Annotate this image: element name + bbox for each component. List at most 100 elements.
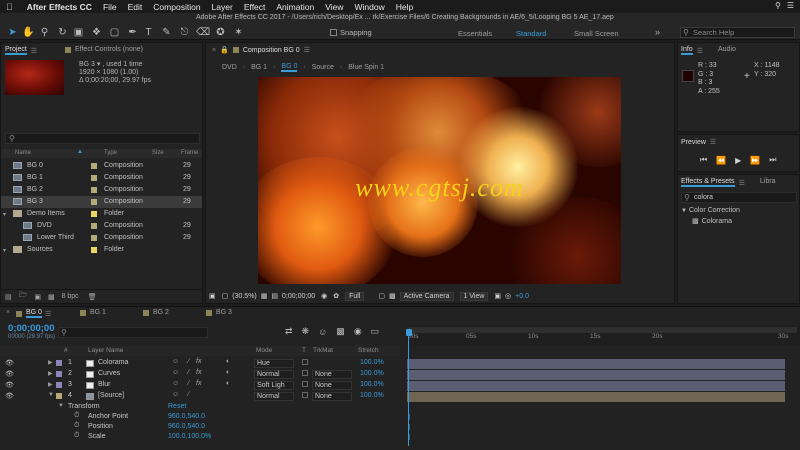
quality-switch-icon[interactable]: ∕ (188, 391, 189, 398)
snapshot-icon[interactable]: ◉ (321, 292, 327, 300)
effect-controls-tab[interactable]: Effect Controls (none) (65, 46, 143, 53)
selection-tool-icon[interactable]: ➤ (6, 26, 19, 39)
region-icon[interactable]: ▢ (222, 292, 229, 300)
stopwatch-icon[interactable]: ⏱ (74, 412, 79, 420)
preserve-transparency-checkbox[interactable] (302, 370, 308, 376)
brush-tool-icon[interactable]: ✎ (160, 26, 173, 39)
layer-duration-bar[interactable] (407, 370, 785, 380)
col-layer-name[interactable]: Layer Name (88, 347, 123, 354)
track-matte-select[interactable]: None (312, 370, 352, 379)
quality-switch-icon[interactable]: ∕ (188, 369, 189, 376)
timeline-tab-bg3[interactable]: BG 3 (206, 309, 232, 316)
quality-switch-icon[interactable]: ∕ (188, 358, 189, 365)
expand-arrow-icon[interactable]: ▼ (58, 403, 64, 409)
crumb-source[interactable]: Source (312, 64, 334, 71)
stopwatch-icon[interactable]: ⏱ (74, 432, 79, 440)
panel-menu-icon[interactable]: ☰ (31, 47, 37, 55)
menu-composition[interactable]: Composition (153, 2, 200, 12)
eye-icon[interactable]: 👁 (5, 392, 14, 400)
blend-mode-select[interactable]: Soft Ligh (254, 381, 294, 390)
next-frame-icon[interactable]: ⏩ (750, 156, 760, 165)
timeline-tab-bg2[interactable]: BG 2 (143, 309, 169, 316)
last-frame-icon[interactable]: ⏭ (769, 155, 776, 165)
panel-menu-icon[interactable]: ☰ (697, 47, 703, 55)
expand-arrow-icon[interactable]: ▾ (3, 247, 6, 254)
project-item[interactable]: BG 3 Composition 29 (1, 196, 202, 208)
first-frame-icon[interactable]: ⏮ (700, 155, 707, 165)
interpret-footage-icon[interactable]: ▤ (5, 293, 12, 301)
hand-tool-icon[interactable]: ✋ (22, 26, 35, 39)
shy-switch-icon[interactable]: ☺ (172, 380, 179, 387)
project-item[interactable]: BG 1 Composition 29 (1, 172, 202, 184)
stopwatch-icon[interactable]: ⏱ (74, 422, 79, 430)
crumb-blue-spin[interactable]: Blue Spin 1 (348, 64, 384, 71)
type-tool-icon[interactable]: T (142, 26, 155, 39)
layer-duration-bar[interactable] (407, 359, 785, 369)
transform-reset[interactable]: Reset (168, 403, 186, 410)
col-type[interactable]: Type (104, 150, 117, 156)
menu-window[interactable]: Window (354, 2, 384, 12)
shy-switch-icon[interactable]: ☺ (172, 369, 179, 376)
preserve-transparency-checkbox[interactable] (302, 392, 308, 398)
fx-switch-icon[interactable]: fx (196, 358, 201, 365)
effects-category[interactable]: ▼ Color Correction (681, 207, 740, 214)
search-icon[interactable]: ⚲ (775, 1, 781, 10)
workspace-menu-icon[interactable]: » (655, 27, 660, 37)
timeline-layer-row[interactable]: 👁 ▼ 4 [Source] ☺ ∕ Normal None 100.0% (0, 391, 400, 402)
bpc-label[interactable]: 8 bpc (62, 293, 79, 300)
graph-editor-icon[interactable]: ▭ (371, 326, 380, 337)
layer-name[interactable]: Curves (98, 370, 120, 377)
zoom-tool-icon[interactable]: ⚲ (38, 26, 51, 39)
always-preview-icon[interactable]: ▣ (209, 292, 216, 300)
shy-switch-icon[interactable]: ☺ (172, 358, 179, 365)
mask-visibility-icon[interactable]: ▤ (271, 292, 278, 300)
rotate-tool-icon[interactable]: ↻ (56, 26, 69, 39)
timeline-layer-row[interactable]: 👁 ▶ 1 Colorama ☺ ∕ fx ◐ Hue 100.0% (0, 358, 400, 369)
toggle-pixel-icon[interactable]: ▣ (494, 292, 501, 300)
previous-frame-icon[interactable]: ⏪ (716, 156, 726, 165)
panel-menu-icon[interactable]: ☰ (45, 310, 51, 318)
fx-switch-icon[interactable]: fx (196, 369, 201, 376)
fx-switch-icon[interactable]: fx (196, 380, 201, 387)
eye-icon[interactable]: 👁 (5, 370, 14, 378)
bpc-icon[interactable]: ▩ (48, 293, 55, 301)
layer-name[interactable]: Blur (98, 381, 110, 388)
panel-menu-icon[interactable]: ☰ (710, 138, 716, 146)
composition-viewer[interactable]: www.cgtsj.com (258, 77, 621, 284)
layer-duration-bar[interactable] (407, 381, 785, 391)
property-value[interactable]: 960.0,540.0 (168, 413, 205, 420)
blend-mode-select[interactable]: Hue (254, 359, 294, 368)
exposure-value[interactable]: +0.0 (515, 293, 529, 300)
menu-file[interactable]: File (103, 2, 117, 12)
menu-layer[interactable]: Layer (212, 2, 233, 12)
menu-help[interactable]: Help (396, 2, 413, 12)
timeline-tab-bg0[interactable]: BG 0 ☰ (16, 309, 51, 318)
panel-menu-icon[interactable]: ☰ (304, 46, 310, 54)
effects-item-colorama[interactable]: ▩ Colorama (692, 217, 732, 226)
roto-brush-tool-icon[interactable]: ✪ (214, 26, 227, 39)
libraries-tab[interactable]: Libra (760, 178, 776, 185)
resolution-select[interactable]: Full (345, 291, 365, 301)
list-icon[interactable]: ☰ (787, 1, 794, 10)
label-color-swatch[interactable] (56, 393, 62, 399)
views-select[interactable]: 1 View (459, 291, 489, 301)
project-item[interactable]: Lower Third Composition 29 (1, 232, 202, 244)
layer-duration-bar[interactable] (407, 392, 785, 402)
eye-icon[interactable]: 👁 (5, 381, 14, 389)
track-matte-select[interactable]: None (312, 381, 352, 390)
close-icon[interactable]: × (212, 47, 216, 54)
effects-tab[interactable]: Effects & Presets ☰ (681, 178, 745, 187)
shy-icon[interactable]: ☺ (318, 327, 327, 337)
close-icon[interactable]: × (6, 309, 10, 316)
trash-icon[interactable]: 🗑 (88, 293, 97, 301)
clone-stamp-tool-icon[interactable]: ⎋ (178, 26, 191, 39)
project-tab[interactable]: Project ☰ (5, 46, 37, 55)
current-time[interactable]: 0;00;00;00 (282, 293, 315, 300)
apple-icon[interactable]:  (6, 2, 13, 12)
label-color-swatch[interactable] (56, 371, 62, 377)
expand-arrow-icon[interactable]: ▶ (48, 381, 53, 388)
blend-mode-select[interactable]: Normal (254, 370, 294, 379)
frame-blending-icon[interactable]: ▩ (336, 326, 345, 337)
mask-rect-tool-icon[interactable]: ▢ (108, 26, 121, 39)
transform-property-row[interactable]: ⏱ Scale 100.0,100.0% (0, 432, 400, 443)
